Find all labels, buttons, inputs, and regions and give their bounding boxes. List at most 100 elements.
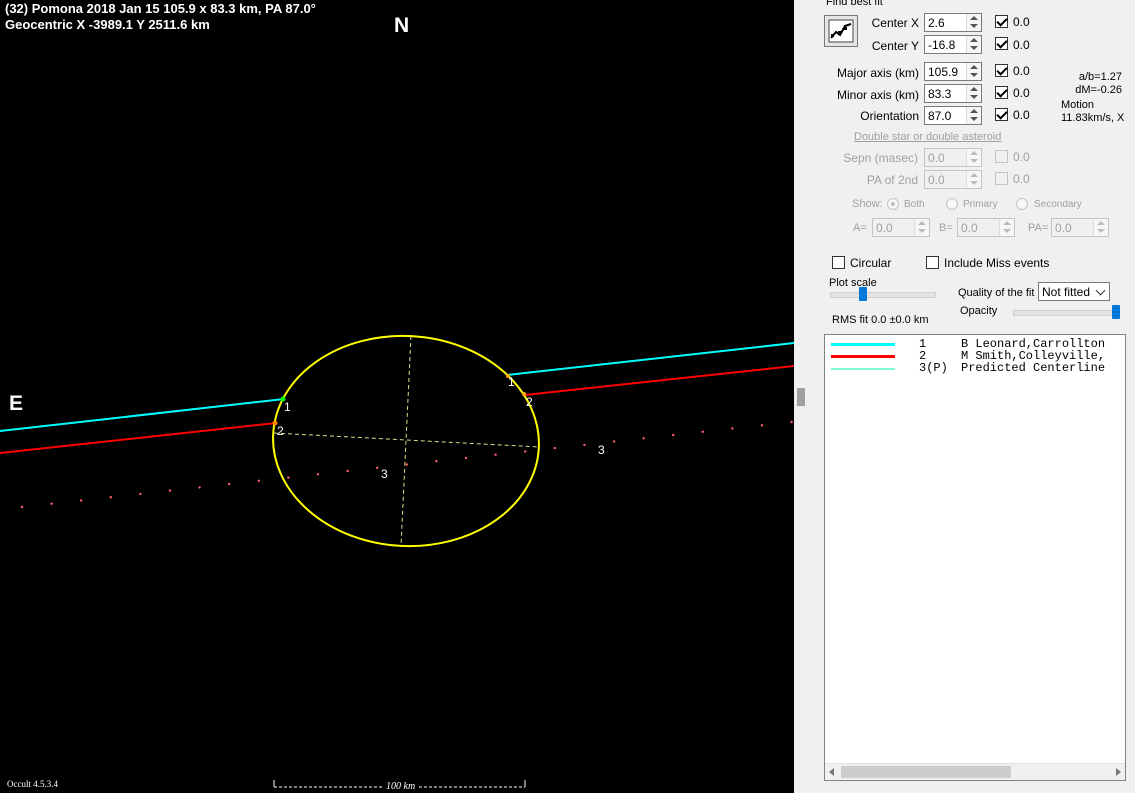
chord-label: 2 (277, 424, 284, 438)
spin-arrows[interactable] (966, 149, 981, 166)
a-input[interactable]: 0.0 (872, 218, 930, 237)
sepn-label: Sepn (masec) (843, 151, 918, 165)
b-label: B= (939, 222, 953, 234)
motion-value: 11.83km/s, X (1061, 112, 1125, 124)
splitter-grip[interactable] (797, 388, 805, 406)
east-label: E (9, 392, 24, 415)
axis-ratio: a/b=1.27 (1078, 71, 1122, 83)
center-x-input[interactable]: 2.6 (924, 13, 982, 32)
spin-arrows[interactable] (999, 219, 1014, 236)
observer-legend-list[interactable]: 1 B Leonard,Carrollton 2 M Smith,Colleyv… (824, 334, 1126, 781)
spin-arrows[interactable] (966, 107, 981, 124)
splitter[interactable] (794, 0, 808, 793)
circular-checkbox[interactable] (832, 256, 845, 269)
minor-axis-input[interactable]: 83.3 (924, 84, 982, 103)
spin-arrows[interactable] (966, 171, 981, 188)
legend-num: 3(P) (919, 361, 948, 375)
legend-horizontal-scrollbar[interactable] (825, 763, 1125, 780)
predicted-dot (80, 499, 83, 502)
north-label: N (394, 14, 410, 37)
chord-label: 3 (381, 467, 388, 481)
predicted-dot (790, 420, 793, 424)
show-label: Show: (852, 198, 883, 210)
occultation-plot[interactable]: (32) Pomona 2018 Jan 15 105.9 x 83.3 km,… (0, 0, 794, 793)
find-best-fit-label: Find best fit (826, 0, 883, 8)
motion-label: Motion (1061, 99, 1095, 111)
predicted-centerline-dots (20, 420, 793, 509)
predicted-dot (50, 502, 53, 505)
predicted-dot (168, 489, 172, 492)
center-x-fit-checkbox[interactable] (995, 15, 1008, 28)
chord-label: 3 (598, 443, 605, 457)
double-star-link[interactable]: Double star or double asteroid (854, 131, 1001, 143)
predicted-dot (316, 473, 320, 476)
show-primary-radio[interactable] (946, 198, 958, 210)
opacity-track[interactable] (1013, 310, 1119, 316)
pa-input[interactable]: 0.0 (1051, 218, 1109, 237)
show-primary-label: Primary (963, 199, 998, 210)
minor-axis-check-label: 0.0 (1013, 86, 1030, 100)
include-miss-checkbox[interactable] (926, 256, 939, 269)
pa2nd-label: PA of 2nd (866, 173, 918, 187)
predicted-dot (376, 466, 379, 469)
pa-label: PA= (1028, 222, 1049, 234)
quality-select[interactable]: Not fitted (1038, 282, 1110, 301)
orientation-label: Orientation (860, 109, 919, 123)
center-y-fit-checkbox[interactable] (995, 37, 1008, 50)
spin-arrows[interactable] (966, 36, 981, 53)
a-label: A= (853, 222, 867, 234)
sepn-input[interactable]: 0.0 (924, 148, 982, 167)
predicted-dot (464, 456, 468, 460)
predicted-dot (642, 437, 645, 440)
scrollbar-thumb[interactable] (841, 766, 1011, 778)
major-axis-input[interactable]: 105.9 (924, 62, 982, 81)
version-label: Occult 4.5.3.4 (7, 779, 58, 789)
legend-name: Predicted Centerline (961, 361, 1106, 375)
b-input[interactable]: 0.0 (957, 218, 1015, 237)
plot-canvas (0, 334, 794, 788)
predicted-dot (553, 446, 556, 450)
predicted-dot (109, 496, 113, 499)
opacity-slider-thumb[interactable] (1112, 305, 1120, 319)
pa2nd-fit-checkbox[interactable] (995, 172, 1008, 185)
rms-fit-label: RMS fit 0.0 ±0.0 km (832, 314, 929, 326)
scroll-right-icon[interactable] (1116, 768, 1121, 776)
chord-label: 2 (526, 395, 533, 409)
spin-arrows[interactable] (1093, 219, 1108, 236)
center-y-input[interactable]: -16.8 (924, 35, 982, 54)
minor-axis-line (400, 335, 412, 547)
predicted-dot (583, 443, 586, 447)
plot-scale-track[interactable] (830, 292, 936, 298)
scroll-left-icon[interactable] (829, 768, 834, 776)
plot-title: (32) Pomona 2018 Jan 15 105.9 x 83.3 km,… (5, 1, 316, 16)
predicted-dot (405, 463, 408, 466)
predicted-dot (435, 460, 438, 463)
orientation-fit-checkbox[interactable] (995, 108, 1008, 121)
plot-scale-slider-thumb[interactable] (859, 287, 867, 301)
include-miss-label: Include Miss events (944, 256, 1050, 270)
show-secondary-radio[interactable] (1016, 198, 1028, 210)
circular-label: Circular (850, 256, 892, 270)
chart-fit-icon[interactable] (824, 15, 858, 47)
spin-arrows[interactable] (966, 63, 981, 80)
predicted-dot (672, 433, 675, 437)
sepn-fit-checkbox[interactable] (995, 150, 1008, 163)
quality-label: Quality of the fit (958, 287, 1035, 299)
predicted-dot (524, 450, 527, 453)
chevron-down-icon (1095, 285, 1106, 296)
pa2nd-input[interactable]: 0.0 (924, 170, 982, 189)
show-both-label: Both (904, 199, 925, 210)
center-y-check-label: 0.0 (1013, 38, 1030, 52)
chord-2-east (524, 365, 794, 396)
predicted-dot (20, 505, 24, 509)
show-both-radio[interactable] (887, 198, 899, 210)
spin-arrows[interactable] (914, 219, 929, 236)
spin-arrows[interactable] (966, 85, 981, 102)
orientation-input[interactable]: 87.0 (924, 106, 982, 125)
major-axis-fit-checkbox[interactable] (995, 64, 1008, 77)
legend-row[interactable]: 3(P) Predicted Centerline (831, 361, 1125, 375)
legend-swatch (831, 343, 895, 346)
predicted-dot (346, 469, 349, 473)
spin-arrows[interactable] (966, 14, 981, 31)
minor-axis-fit-checkbox[interactable] (995, 86, 1008, 99)
